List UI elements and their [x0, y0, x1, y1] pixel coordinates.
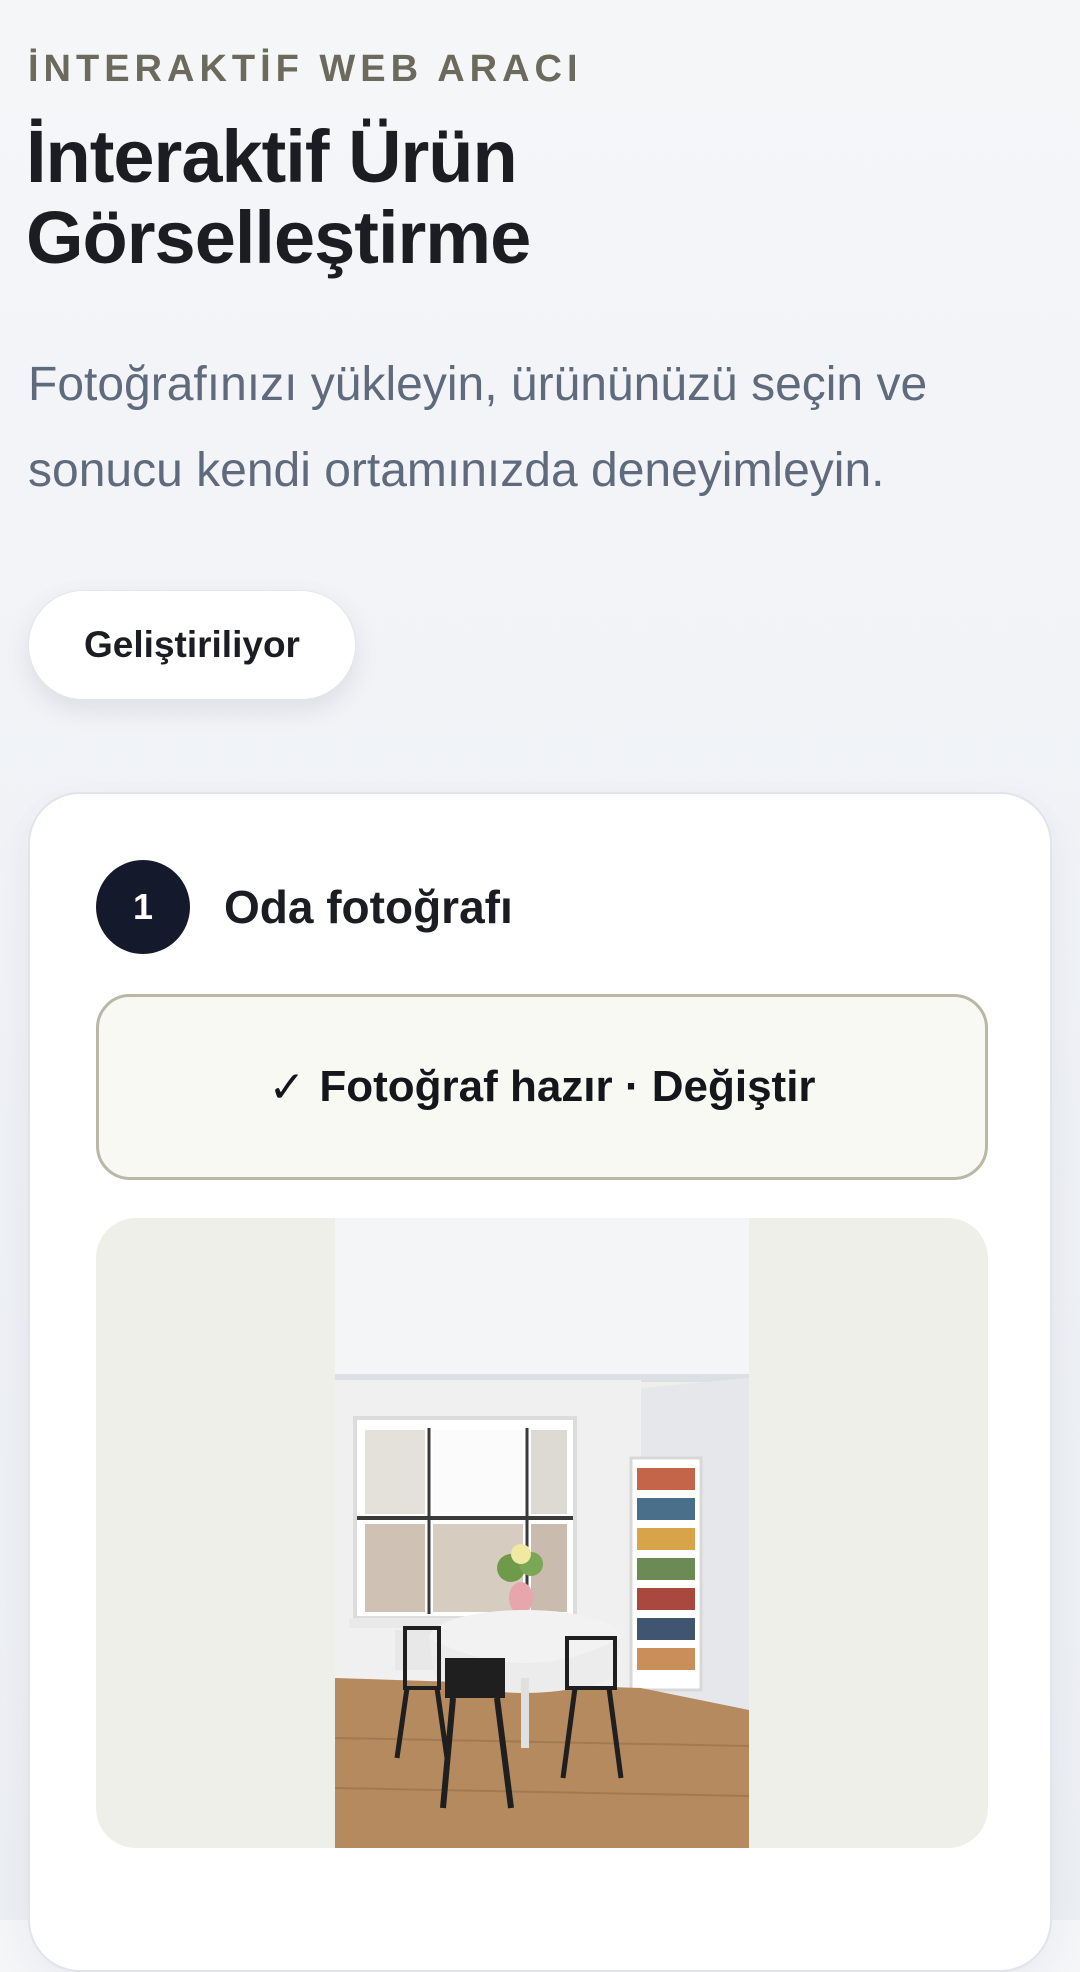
step-number-badge: 1 — [96, 860, 190, 954]
page-subtitle: Fotoğrafınızı yükleyin, ürününüzü seçin … — [28, 358, 928, 497]
photo-preview — [96, 1218, 988, 1848]
change-photo-label: Fotoğraf hazır · Değiştir — [319, 1062, 816, 1111]
check-icon: ✓ — [268, 1062, 306, 1112]
room-photo-image — [335, 1218, 749, 1848]
step-card: 1 Oda fotoğrafı ✓ Fotoğraf hazır · Değiş… — [28, 792, 1052, 1972]
status-badge: Geliştiriliyor — [28, 590, 356, 700]
eyebrow-label: İNTERAKTİF WEB ARACI — [28, 48, 583, 90]
change-photo-button[interactable]: ✓ Fotoğraf hazır · Değiştir — [96, 994, 988, 1180]
step-header: 1 Oda fotoğrafı — [96, 860, 513, 954]
step-title: Oda fotoğrafı — [224, 881, 513, 933]
page-title: İnteraktif Ürün Görselleştirme — [26, 115, 531, 280]
